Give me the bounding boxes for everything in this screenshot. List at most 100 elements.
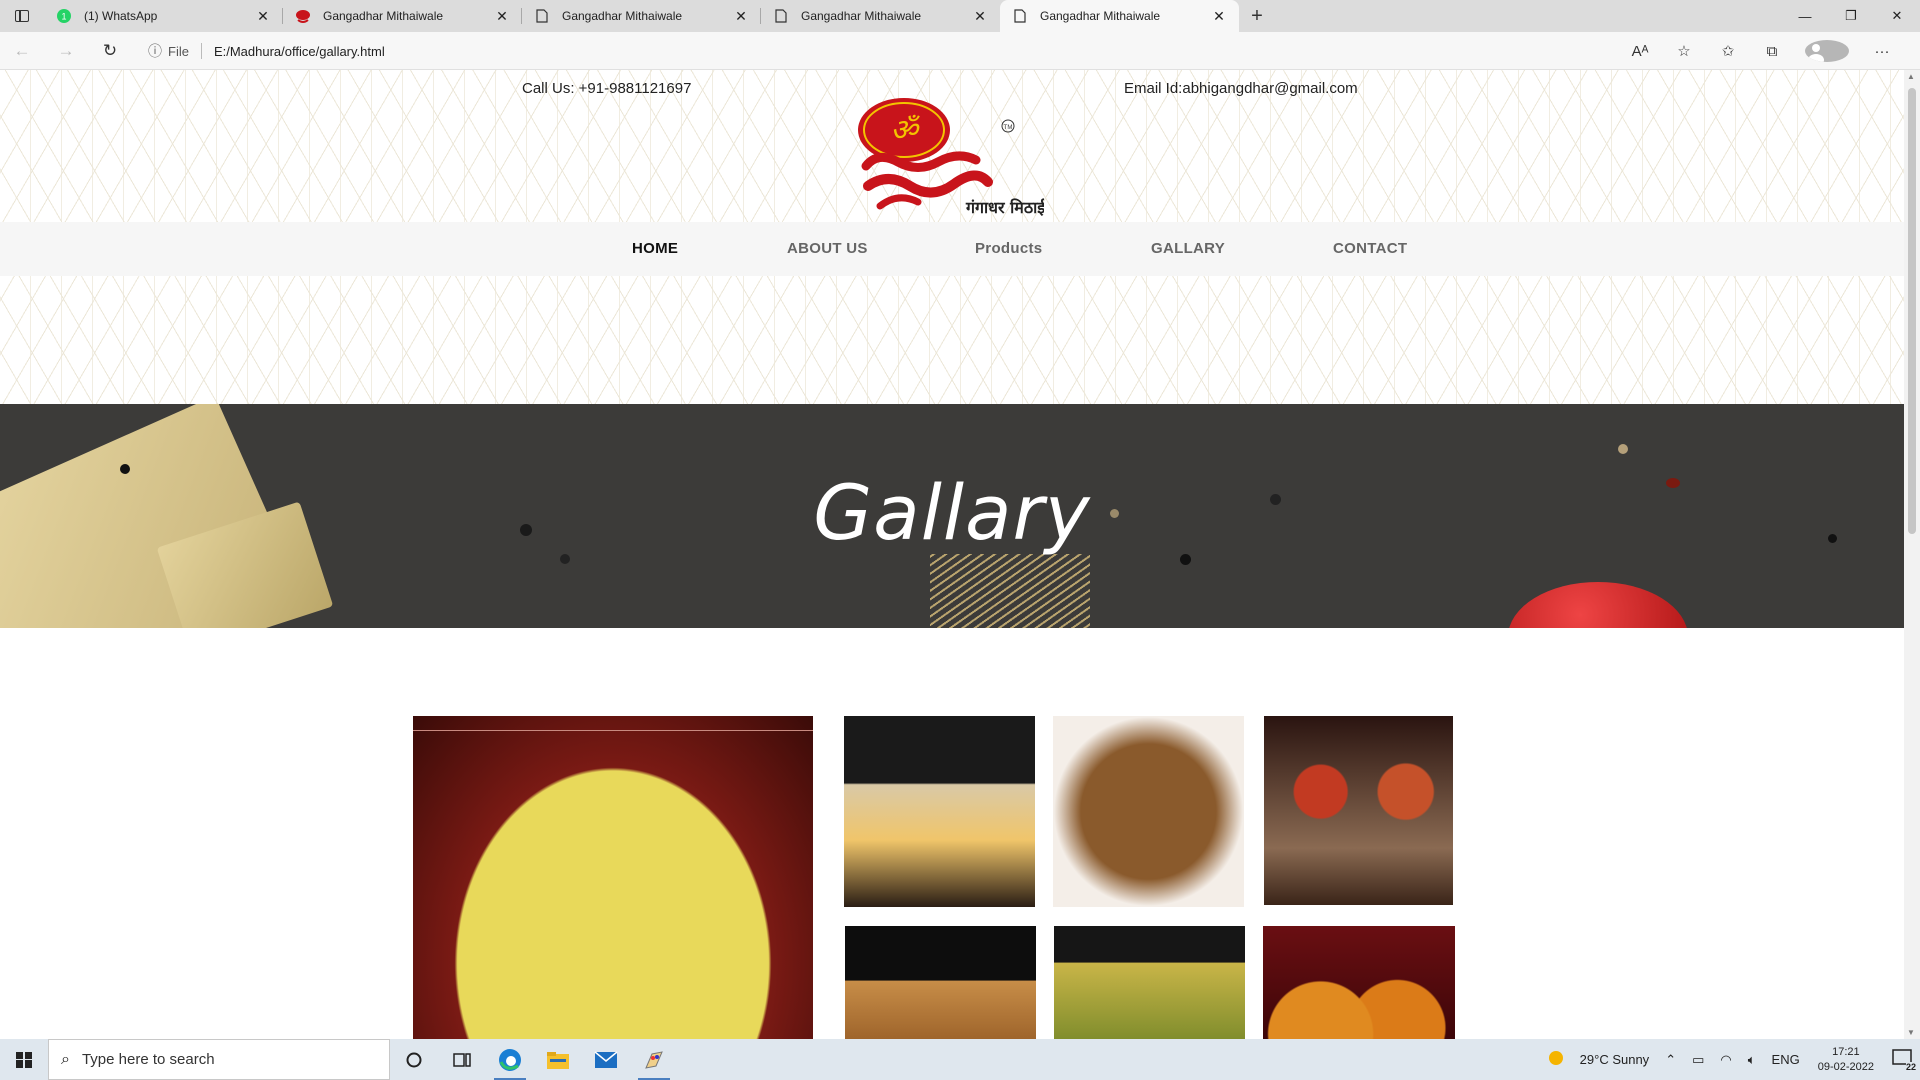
close-icon[interactable]: ✕ [972,8,988,25]
weather-text[interactable]: 29°C Sunny [1580,1052,1650,1067]
device-icon[interactable]: ▭ [1692,1052,1704,1068]
vertical-scrollbar[interactable]: ▲ ▼ [1904,70,1920,1039]
gallery-photo-dhokla[interactable] [1054,926,1245,1039]
read-aloud-icon[interactable]: Aᴬ [1618,43,1662,60]
favorites-icon[interactable]: ✩ [1706,42,1750,60]
page-viewport: Call Us: +91-9881121697 Email Id:abhigan… [0,70,1904,1039]
gallery-photo-bhakarwadi[interactable] [1053,716,1244,907]
plus-icon: + [1251,4,1263,27]
hero-banner: Gallary [0,404,1904,628]
clock-time: 17:21 [1832,1045,1860,1058]
back-arrow-icon: ← [13,40,31,60]
taskbar: ⌕ Type here to search 29°C Sunny ⌃ ▭ ◠ 🔈… [0,1039,1920,1080]
main-nav: HOME ABOUT US Products GALLARY CONTACT [0,222,1904,276]
svg-text:TM: TM [1004,125,1013,131]
tab-gangadhar-2[interactable]: Gangadhar Mithaiwale ✕ [522,0,761,32]
gallery-photo-samosa[interactable] [845,926,1036,1039]
url-text: E:/Madhura/office/gallary.html [213,43,385,59]
pepper-speck [1618,444,1628,454]
more-options-icon[interactable]: ··· [1860,43,1904,60]
scroll-down-icon[interactable]: ▼ [1907,1028,1915,1037]
tab-gangadhar-active[interactable]: Gangadhar Mithaiwale ✕ [1000,0,1239,32]
address-bar-actions: Aᴬ ☆ ✩ ⧉ ··· [1618,32,1904,70]
whatsapp-icon: 1 [56,8,72,24]
tab-gangadhar-1[interactable]: Gangadhar Mithaiwale ✕ [283,0,522,32]
refresh-icon: ↻ [102,40,118,60]
logo-graphic: ॐ TM गंगाधर मिठाईवाले [858,98,1070,217]
profile-avatar[interactable] [1805,40,1849,62]
address-bar-row: ← → ↻ ⓘ File E:/Madhura/office/gallary.h… [0,32,1920,70]
search-placeholder: Type here to search [81,1051,215,1068]
gallery-photo-gulab-jamun[interactable] [1264,716,1453,905]
call-us-text: Call Us: +91-9881121697 [522,80,692,97]
tab-actions-icon [15,10,29,22]
forward-button[interactable]: → [44,32,88,70]
volume-icon[interactable]: 🔈︎ [1748,1052,1756,1068]
nav-gallary[interactable]: GALLARY [1151,240,1225,257]
page-icon [773,8,789,24]
pasta-strands [930,554,1090,628]
email-text: Email Id:abhigangdhar@gmail.com [1124,80,1358,97]
hero-title: Gallary [813,468,1091,557]
weather-sun-icon[interactable] [1548,1050,1564,1069]
language-indicator[interactable]: ENG [1772,1052,1800,1067]
tab-title: Gangadhar Mithaiwale [1040,9,1161,23]
nav-about-us[interactable]: ABOUT US [787,240,868,257]
gallery-photo-rasmalai[interactable] [413,716,813,1039]
tab-title: Gangadhar Mithaiwale [323,9,444,23]
wifi-icon[interactable]: ◠ [1720,1052,1731,1068]
tab-gangadhar-3[interactable]: Gangadhar Mithaiwale ✕ [761,0,1000,32]
back-button[interactable]: ← [0,32,44,70]
nav-contact[interactable]: CONTACT [1333,240,1407,257]
nav-products[interactable]: Products [975,240,1042,257]
minimize-icon: — [1798,8,1812,24]
taskbar-search[interactable]: ⌕ Type here to search [48,1039,390,1080]
task-view-button[interactable] [438,1039,486,1080]
edge-icon [499,1048,521,1071]
start-button[interactable] [0,1039,48,1080]
add-favorite-icon[interactable]: ☆ [1662,42,1706,60]
svg-text:1: 1 [61,12,66,22]
tomato [1508,582,1688,628]
close-icon[interactable]: ✕ [494,8,510,25]
close-icon[interactable]: ✕ [255,8,271,25]
close-icon: ✕ [1891,8,1903,23]
scrollbar-thumb[interactable] [1908,88,1916,534]
minimize-button[interactable]: — [1782,0,1828,32]
notification-center-button[interactable]: 22 [1892,1049,1916,1072]
edge-taskbar-button[interactable] [486,1039,534,1080]
cortana-button[interactable] [390,1039,438,1080]
chevron-up-icon[interactable]: ⌃ [1665,1052,1676,1068]
gallery-photo-kulfi[interactable] [844,716,1035,907]
collections-icon[interactable]: ⧉ [1750,43,1794,60]
info-icon[interactable]: ⓘ [148,41,162,61]
search-icon: ⌕ [61,1050,70,1068]
tab-whatsapp[interactable]: 1 (1) WhatsApp ✕ [44,0,283,32]
paint-icon [645,1050,663,1069]
close-icon[interactable]: ✕ [733,8,749,25]
forward-arrow-icon: → [57,40,75,60]
restore-button[interactable]: ❐ [1828,0,1874,32]
mail-button[interactable] [582,1039,630,1080]
svg-text:ॐ: ॐ [890,113,920,148]
site-logo[interactable]: ॐ TM गंगाधर मिठाईवाले [858,96,1070,218]
gallery-photo-laddu[interactable] [1263,926,1455,1039]
new-tab-button[interactable]: + [1239,0,1275,32]
clock[interactable]: 17:21 09-02-2022 [1818,1045,1874,1075]
close-window-button[interactable]: ✕ [1874,0,1920,32]
scroll-up-icon[interactable]: ▲ [1907,72,1915,81]
close-icon[interactable]: ✕ [1211,8,1227,25]
cortana-icon [406,1052,422,1067]
file-explorer-button[interactable] [534,1039,582,1080]
notification-count: 22 [1905,1062,1916,1072]
url-field[interactable]: ⓘ File E:/Madhura/office/gallary.html [148,36,1648,66]
mail-icon [594,1050,618,1068]
system-tray: 29°C Sunny ⌃ ▭ ◠ 🔈︎ ENG 17:21 09-02-2022… [1540,1039,1920,1080]
refresh-button[interactable]: ↻ [88,32,132,70]
pattern-band [0,276,1904,404]
restore-icon: ❐ [1845,8,1857,23]
paint-button[interactable] [630,1039,678,1080]
tab-actions-button[interactable] [0,0,44,32]
page-icon [534,8,550,24]
nav-home[interactable]: HOME [632,240,678,257]
